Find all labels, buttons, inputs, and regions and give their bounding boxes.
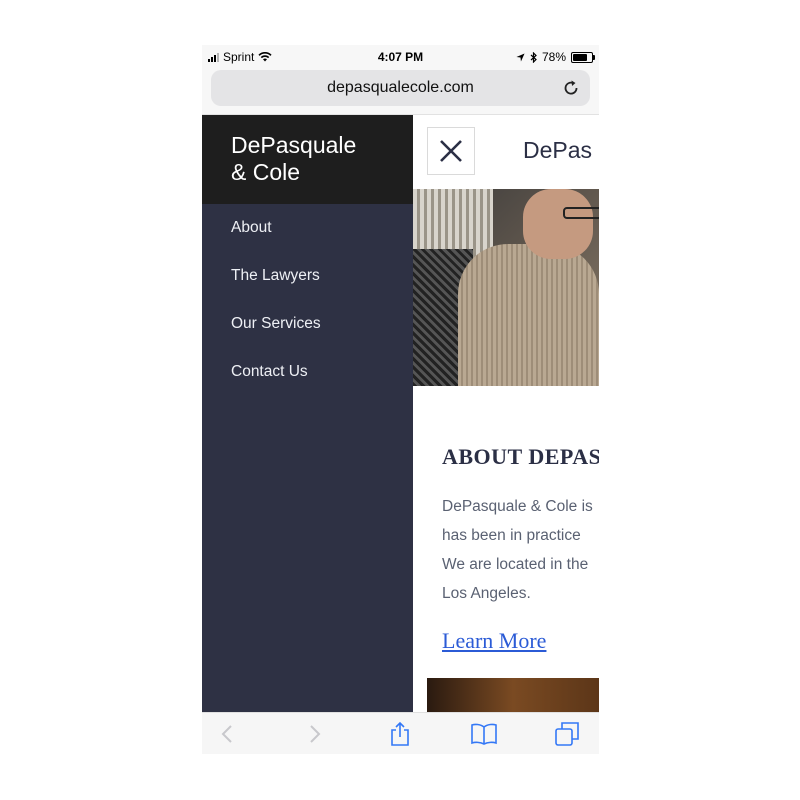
share-button[interactable] — [389, 721, 411, 746]
safari-toolbar — [202, 712, 599, 754]
menu-item-our-services[interactable]: Our Services — [202, 300, 413, 348]
back-button[interactable] — [217, 723, 237, 745]
close-menu-button[interactable] — [427, 127, 475, 175]
reload-icon[interactable] — [562, 79, 580, 97]
section-image — [427, 678, 599, 712]
bookmarks-button[interactable] — [470, 723, 498, 745]
status-bar: Sprint 4:07 PM 78% — [202, 45, 599, 67]
menu-header: DePasquale & Cole — [202, 115, 413, 204]
bluetooth-icon — [530, 51, 537, 63]
close-icon — [440, 140, 462, 162]
address-bar-area: depasqualecole.com — [202, 67, 599, 115]
menu-item-about[interactable]: About — [202, 204, 413, 252]
share-icon — [391, 721, 409, 746]
url-text: depasqualecole.com — [327, 79, 474, 96]
header-brand[interactable]: DePas — [523, 137, 592, 164]
forward-button[interactable] — [305, 723, 325, 745]
menu-item-contact-us[interactable]: Contact Us — [202, 348, 413, 396]
about-line: Los Angeles. — [442, 585, 531, 602]
about-line: has been in practice — [442, 527, 581, 544]
address-bar[interactable]: depasqualecole.com — [211, 70, 590, 106]
status-right: 78% — [516, 50, 595, 64]
hero-image — [413, 189, 599, 386]
battery-percent: 78% — [541, 50, 566, 64]
menu-brand[interactable]: DePasquale & Cole — [231, 132, 356, 186]
tabs-button[interactable] — [554, 722, 580, 746]
phone-screen: Sprint 4:07 PM 78% depasqualecole.com De… — [202, 45, 599, 754]
menu-brand-line2: & Cole — [231, 159, 301, 185]
about-line: We are located in the — [442, 556, 589, 573]
side-menu: DePasquale & Cole About The Lawyers Our … — [202, 115, 413, 712]
about-paragraph: DePasquale & Cole is has been in practic… — [442, 492, 599, 608]
chevron-right-icon — [310, 725, 321, 743]
book-icon — [471, 723, 497, 745]
battery-icon — [571, 51, 595, 63]
chevron-left-icon — [221, 725, 232, 743]
menu-item-the-lawyers[interactable]: The Lawyers — [202, 252, 413, 300]
tabs-icon — [555, 722, 579, 746]
page-content: DePas ABOUT DEPAS DePasquale & Cole is h… — [413, 115, 599, 712]
menu-items: About The Lawyers Our Services Contact U… — [202, 204, 413, 396]
about-line: DePasquale & Cole is — [442, 498, 593, 515]
learn-more-link[interactable]: Learn More — [442, 628, 546, 654]
about-heading: ABOUT DEPAS — [442, 444, 599, 469]
location-arrow-icon — [516, 52, 525, 62]
menu-brand-line1: DePasquale — [231, 132, 357, 158]
